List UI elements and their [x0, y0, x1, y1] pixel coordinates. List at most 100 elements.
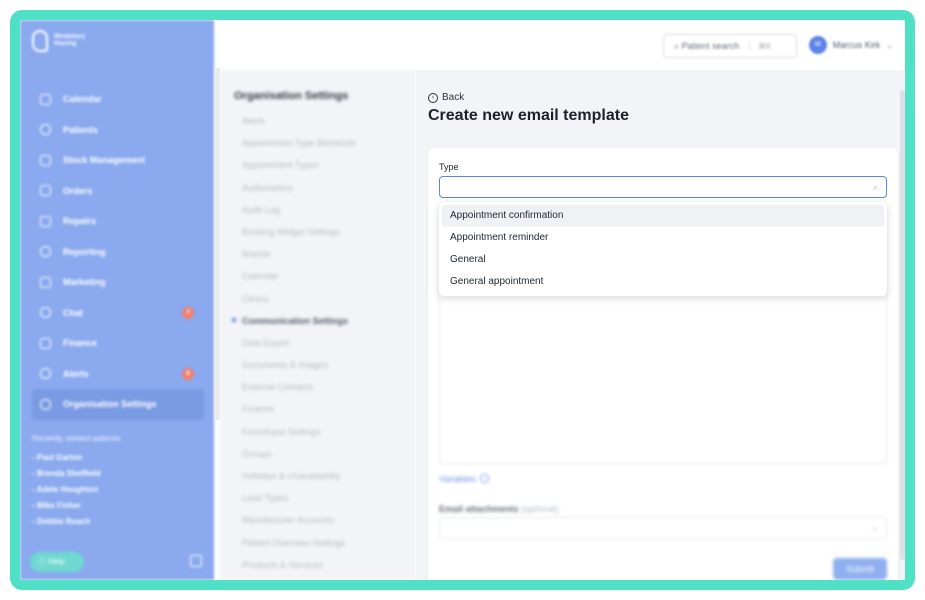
help-button[interactable]: ⓘ Help: [30, 552, 84, 572]
submenu-item[interactable]: Lead Types: [242, 487, 356, 509]
screenshot-frame: Windsbury Hearing Calendar Patients Stoc…: [10, 10, 915, 590]
help-label: Help: [48, 557, 65, 566]
submenu-title: Organisation Settings: [234, 90, 349, 102]
search-shortcut: ⌘K: [749, 41, 771, 51]
submenu-item-current[interactable]: Communication Settings: [242, 310, 356, 332]
back-label: Back: [442, 92, 465, 103]
sidebar-item-finance[interactable]: Finance: [32, 328, 204, 359]
sidebar-item-marketing[interactable]: Marketing: [32, 267, 204, 298]
submenu-item[interactable]: Patient Overview Settings: [242, 532, 356, 554]
submenu-item[interactable]: Appointment Type Blockouts: [242, 132, 356, 154]
type-label: Type: [439, 162, 459, 172]
sidebar-item-label: Repairs: [63, 216, 97, 227]
sidebar-item-label: Patients: [63, 124, 99, 135]
gear-icon: [40, 398, 51, 410]
sidebar-item-patients[interactable]: Patients: [32, 115, 204, 146]
user-menu[interactable]: M Marcus Kirk ⌄: [808, 36, 893, 54]
chevron-down-icon: ⌄: [886, 40, 893, 50]
submenu-item[interactable]: Booking Widget Settings: [242, 221, 356, 243]
sidebar-item-label: Calendar: [63, 94, 102, 105]
sidebar-item-label: Orders: [63, 185, 93, 196]
submenu-item[interactable]: Holidays & Unavailability: [242, 465, 356, 487]
attachments-label: Email attachments (optional): [439, 504, 559, 514]
app-window: Windsbury Hearing Calendar Patients Stoc…: [20, 20, 905, 580]
recent-patient-link[interactable]: - Brenda Sheffield: [32, 466, 100, 482]
wrench-icon: [40, 215, 51, 227]
chat-count-badge: 7: [182, 306, 194, 319]
submenu-item[interactable]: Audit Log: [242, 199, 356, 221]
submenu-item[interactable]: Audiometers: [242, 177, 356, 199]
sidebar-nav: Calendar Patients Stock Management Order…: [32, 84, 204, 420]
type-dropdown-menu: Appointment confirmation Appointment rem…: [439, 202, 887, 296]
content-scrollbar[interactable]: [900, 90, 905, 560]
brand-logo[interactable]: Windsbury Hearing: [32, 30, 104, 52]
avatar: M: [808, 36, 827, 54]
submenu-item[interactable]: Products & Services: [242, 554, 356, 576]
search-icon: ⌕: [872, 182, 878, 192]
variables-link[interactable]: Variables: [439, 474, 489, 484]
sidebar-item-label: Marketing: [63, 277, 106, 288]
patient-search-button[interactable]: ⌕ Patient search ⌘K: [663, 34, 797, 58]
top-bar: ⌕ Patient search ⌘K M Marcus Kirk ⌄: [220, 20, 905, 70]
sidebar-item-orders[interactable]: Orders: [32, 176, 204, 207]
submenu-item[interactable]: Appointment Types: [242, 154, 356, 176]
submenu-item[interactable]: Manufacturer Accounts: [242, 509, 356, 531]
type-option[interactable]: General: [442, 249, 884, 271]
settings-submenu: Organisation Settings Alerts Appointment…: [220, 70, 416, 580]
submenu-item[interactable]: Brands: [242, 243, 356, 265]
chevron-down-icon: ⌄: [871, 523, 878, 532]
sidebar-item-label: Chat: [63, 307, 83, 318]
mail-icon: [40, 276, 51, 288]
sidebar-item-alerts[interactable]: Alerts 8: [32, 359, 204, 390]
cart-icon: [40, 185, 51, 197]
type-option[interactable]: General appointment: [442, 271, 884, 293]
sidebar-item-stock-management[interactable]: Stock Management: [32, 145, 204, 176]
submenu-item[interactable]: External Contacts: [242, 376, 356, 398]
type-combobox[interactable]: ⌕: [439, 176, 887, 198]
main-content: ‹ Back Create new email template Type ⌕ …: [416, 70, 905, 580]
submenu-item[interactable]: Documents & Images: [242, 354, 356, 376]
submenu-list: Alerts Appointment Type Blockouts Appoin…: [242, 110, 356, 576]
submenu-item[interactable]: Groups: [242, 443, 356, 465]
arrow-left-icon: ‹: [428, 92, 438, 103]
sidebar-item-label: Reporting: [63, 246, 106, 257]
attachments-select[interactable]: ⌄: [439, 517, 887, 539]
sidebar-item-repairs[interactable]: Repairs: [32, 206, 204, 237]
collapse-sidebar-icon[interactable]: [190, 555, 202, 567]
sidebar-item-label: Finance: [63, 338, 98, 349]
submenu-item[interactable]: Data Export: [242, 332, 356, 354]
email-body-editor[interactable]: [439, 288, 887, 464]
back-link[interactable]: ‹ Back: [428, 92, 464, 103]
info-icon: [479, 474, 489, 483]
template-form-card: Type ⌕ Variables Email attachments (opti…: [428, 148, 898, 580]
sidebar-item-chat[interactable]: Chat 7: [32, 298, 204, 329]
submenu-item[interactable]: Form/Input Settings: [242, 421, 356, 443]
ear-logo-icon: [32, 30, 48, 52]
type-option[interactable]: Appointment confirmation: [442, 205, 884, 227]
sidebar-item-organisation-settings[interactable]: Organisation Settings: [32, 389, 204, 420]
recent-patient-link[interactable]: - Adele Houghton: [32, 482, 100, 498]
calendar-icon: [40, 93, 51, 105]
submenu-item[interactable]: Alerts: [242, 110, 356, 132]
submenu-item[interactable]: Finance: [242, 398, 356, 420]
recent-patient-link[interactable]: - Debbie Roach: [32, 514, 100, 530]
sidebar-item-calendar[interactable]: Calendar: [32, 84, 204, 115]
attachments-optional: (optional): [521, 504, 559, 514]
sidebar-item-label: Organisation Settings: [63, 399, 157, 410]
submenu-item[interactable]: Calendar: [242, 265, 356, 287]
variables-label: Variables: [439, 474, 476, 484]
recent-patient-link[interactable]: - Mike Fisher: [32, 498, 100, 514]
user-name: Marcus Kirk: [832, 40, 881, 50]
sidebar-item-label: Stock Management: [63, 155, 146, 166]
recent-patient-link[interactable]: - Paul Garton: [32, 450, 100, 466]
help-icon: ⓘ: [38, 557, 49, 566]
user-icon: [40, 124, 51, 136]
type-option[interactable]: Appointment reminder: [442, 227, 884, 249]
submit-button[interactable]: Submit: [833, 558, 887, 580]
page-title: Create new email template: [428, 107, 629, 124]
sidebar-item-reporting[interactable]: Reporting: [32, 237, 204, 268]
attachments-label-text: Email attachments: [439, 504, 519, 514]
patient-search-label: Patient search: [681, 41, 740, 51]
submenu-item[interactable]: Clinics: [242, 288, 356, 310]
chart-icon: [40, 246, 51, 258]
